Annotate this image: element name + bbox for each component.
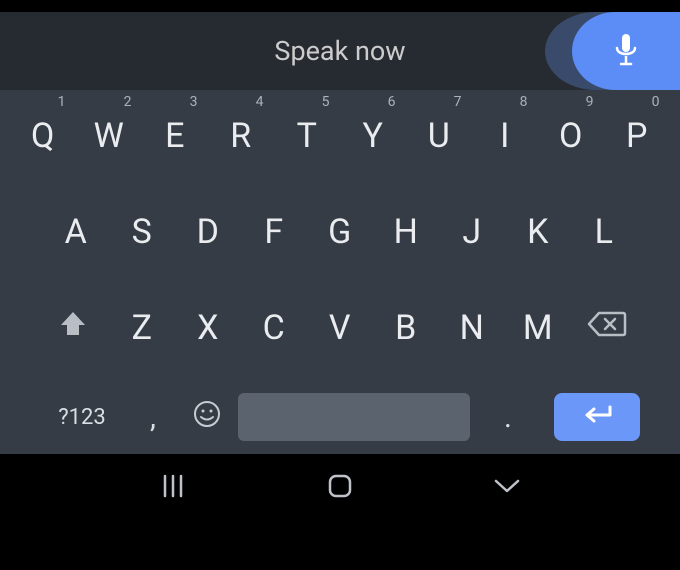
key-d[interactable]: D — [175, 196, 241, 268]
key-number-hint: 6 — [388, 94, 396, 110]
key-n[interactable]: N — [439, 292, 505, 364]
key-q[interactable]: 1Q — [10, 100, 76, 172]
keyboard: 1Q2W3E4R5T6Y7U8I9O0P ASDFGHJKL ZXCVBNM ?… — [0, 90, 680, 454]
shift-icon — [57, 308, 89, 349]
key-label: W — [94, 116, 125, 156]
key-label: O — [559, 116, 583, 156]
key-z[interactable]: Z — [109, 292, 175, 364]
key-b[interactable]: B — [373, 292, 439, 364]
key-r[interactable]: 4R — [208, 100, 274, 172]
recents-button[interactable] — [143, 468, 203, 508]
key-label: G — [328, 212, 352, 252]
recents-icon — [160, 473, 186, 503]
key-label: S — [132, 212, 153, 252]
key-v[interactable]: V — [307, 292, 373, 364]
key-label: T — [297, 116, 318, 156]
comma-key[interactable]: , — [130, 388, 176, 446]
key-label: F — [264, 212, 283, 252]
android-navbar — [0, 454, 680, 522]
home-button[interactable] — [310, 468, 370, 508]
key-number-hint: 2 — [124, 94, 132, 110]
key-label: R — [230, 116, 251, 156]
key-j[interactable]: J — [439, 196, 505, 268]
key-m[interactable]: M — [505, 292, 571, 364]
key-label: E — [165, 116, 185, 156]
period-key[interactable]: . — [476, 388, 540, 446]
microphone-icon — [614, 34, 638, 68]
key-number-hint: 3 — [190, 94, 198, 110]
key-x[interactable]: X — [175, 292, 241, 364]
key-a[interactable]: A — [43, 196, 109, 268]
key-label: L — [595, 212, 614, 252]
key-t[interactable]: 5T — [274, 100, 340, 172]
key-number-hint: 1 — [58, 94, 66, 110]
key-p[interactable]: 0P — [604, 100, 670, 172]
voice-input-bar: Speak now — [0, 12, 680, 90]
home-icon — [326, 472, 354, 504]
key-e[interactable]: 3E — [142, 100, 208, 172]
key-y[interactable]: 6Y — [340, 100, 406, 172]
backspace-icon — [587, 308, 627, 348]
emoji-key[interactable] — [182, 388, 232, 446]
key-number-hint: 9 — [586, 94, 594, 110]
key-c[interactable]: C — [241, 292, 307, 364]
key-i[interactable]: 8I — [472, 100, 538, 172]
key-f[interactable]: F — [241, 196, 307, 268]
shift-key[interactable] — [37, 292, 109, 364]
key-h[interactable]: H — [373, 196, 439, 268]
key-label: K — [527, 212, 549, 252]
key-label: U — [428, 116, 451, 156]
key-w[interactable]: 2W — [76, 100, 142, 172]
chevron-down-icon — [492, 476, 522, 500]
key-s[interactable]: S — [109, 196, 175, 268]
key-label: D — [197, 212, 220, 252]
key-label: V — [329, 308, 351, 348]
emoji-icon — [192, 399, 222, 435]
back-button[interactable] — [477, 468, 537, 508]
key-label: I — [500, 116, 510, 156]
enter-icon — [580, 404, 614, 430]
key-label: C — [263, 308, 286, 348]
key-label: Q — [31, 116, 55, 156]
key-label: Z — [132, 308, 153, 348]
key-k[interactable]: K — [505, 196, 571, 268]
symbols-key[interactable]: ?123 — [40, 388, 124, 446]
key-number-hint: 0 — [652, 94, 660, 110]
key-g[interactable]: G — [307, 196, 373, 268]
enter-key[interactable] — [554, 393, 640, 441]
key-u[interactable]: 7U — [406, 100, 472, 172]
key-number-hint: 4 — [256, 94, 264, 110]
key-label: P — [626, 116, 648, 156]
key-number-hint: 8 — [520, 94, 528, 110]
key-label: A — [65, 212, 88, 252]
key-label: B — [395, 308, 417, 348]
key-l[interactable]: L — [571, 196, 637, 268]
key-label: M — [523, 308, 553, 348]
key-label: N — [460, 308, 485, 348]
key-label: H — [394, 212, 419, 252]
key-number-hint: 5 — [322, 94, 330, 110]
key-label: Y — [363, 116, 384, 156]
key-number-hint: 7 — [454, 94, 462, 110]
backspace-key[interactable] — [571, 292, 643, 364]
mic-button[interactable] — [572, 12, 680, 90]
key-o[interactable]: 9O — [538, 100, 604, 172]
key-label: X — [197, 308, 219, 348]
key-label: J — [462, 212, 481, 252]
spacebar-key[interactable] — [238, 393, 470, 441]
status-bar — [0, 0, 680, 12]
